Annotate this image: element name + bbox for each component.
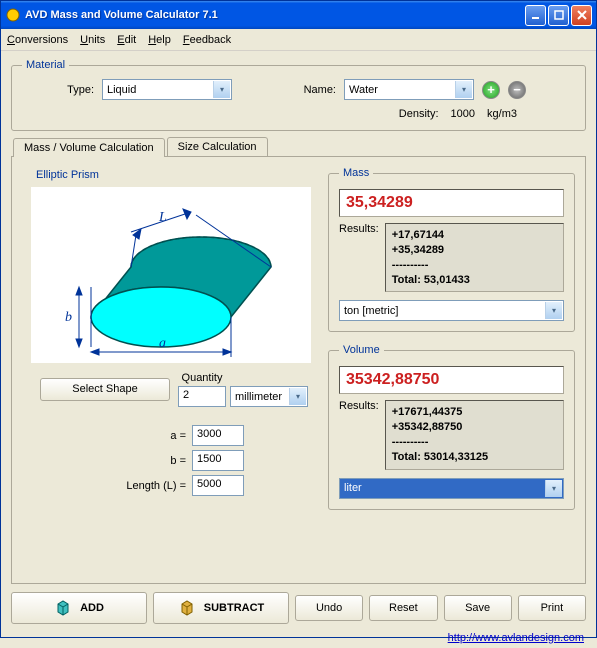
- add-material-button[interactable]: +: [482, 81, 500, 99]
- menu-edit[interactable]: Edit: [117, 34, 136, 46]
- minimize-button[interactable]: [525, 5, 546, 26]
- mass-unit-combo[interactable]: ton [metric] ▾: [339, 300, 564, 321]
- chevron-down-icon: ▾: [289, 388, 306, 405]
- volume-unit-value: liter: [344, 482, 362, 494]
- name-label: Name:: [240, 84, 336, 96]
- type-value: Liquid: [107, 84, 136, 96]
- menu-conversions[interactable]: Conversions: [7, 34, 68, 46]
- footer: http://www.avlandesign.com: [1, 628, 596, 648]
- menu-help[interactable]: Help: [148, 34, 171, 46]
- dim-b-input[interactable]: 1500: [192, 450, 244, 471]
- length-unit-value: millimeter: [235, 391, 282, 403]
- window-title: AVD Mass and Volume Calculator 7.1: [25, 9, 525, 21]
- density-value: 1000: [451, 108, 475, 120]
- add-button[interactable]: ADD: [11, 592, 147, 624]
- length-unit-combo[interactable]: millimeter ▾: [230, 386, 308, 407]
- shape-name: Elliptic Prism: [36, 169, 316, 181]
- material-group: Material Type: Liquid ▾ Name: Water ▾ + …: [11, 59, 586, 131]
- close-button[interactable]: [571, 5, 592, 26]
- dim-a-label: a =: [170, 430, 186, 442]
- reset-button[interactable]: Reset: [369, 595, 437, 621]
- chevron-down-icon: ▾: [545, 480, 562, 497]
- mass-group: Mass 35,34289 Results: +17,67144 +35,342…: [328, 167, 575, 332]
- name-combo[interactable]: Water ▾: [344, 79, 474, 100]
- print-button[interactable]: Print: [518, 595, 586, 621]
- volume-results-box: +17671,44375 +35342,88750 ---------- Tot…: [385, 400, 564, 469]
- mass-value: 35,34289: [339, 189, 564, 217]
- shape-diagram: a b L: [31, 187, 311, 363]
- svg-text:b: b: [65, 310, 72, 325]
- remove-material-button[interactable]: −: [508, 81, 526, 99]
- select-shape-button[interactable]: Select Shape: [40, 378, 170, 401]
- volume-results-label: Results:: [339, 400, 379, 469]
- tab-mass-volume[interactable]: Mass / Volume Calculation: [13, 138, 165, 157]
- menubar: Conversions Units Edit Help Feedback: [1, 29, 596, 51]
- menu-feedback[interactable]: Feedback: [183, 34, 231, 46]
- menu-units[interactable]: Units: [80, 34, 105, 46]
- volume-value: 35342,88750: [339, 366, 564, 394]
- cube-subtract-icon: [178, 598, 196, 619]
- tab-size[interactable]: Size Calculation: [167, 137, 268, 156]
- maximize-button[interactable]: [548, 5, 569, 26]
- dim-a-input[interactable]: 3000: [192, 425, 244, 446]
- material-legend: Material: [22, 59, 69, 71]
- quantity-input[interactable]: 2: [178, 386, 226, 407]
- quantity-label: Quantity: [178, 372, 226, 384]
- cube-add-icon: [54, 598, 72, 619]
- chevron-down-icon: ▾: [455, 81, 472, 98]
- svg-text:L: L: [158, 210, 167, 225]
- volume-unit-combo[interactable]: liter ▾: [339, 478, 564, 499]
- volume-legend: Volume: [339, 344, 384, 356]
- mass-legend: Mass: [339, 167, 373, 179]
- mass-results-label: Results:: [339, 223, 379, 292]
- titlebar: AVD Mass and Volume Calculator 7.1: [1, 1, 596, 29]
- volume-group: Volume 35342,88750 Results: +17671,44375…: [328, 344, 575, 509]
- svg-text:a: a: [159, 336, 166, 351]
- footer-link[interactable]: http://www.avlandesign.com: [448, 632, 584, 644]
- save-button[interactable]: Save: [444, 595, 512, 621]
- app-icon: [5, 7, 21, 23]
- name-value: Water: [349, 84, 378, 96]
- tab-body: Elliptic Prism: [11, 156, 586, 584]
- mass-results-box: +17,67144 +35,34289 ---------- Total: 53…: [385, 223, 564, 292]
- density-label: Density:: [399, 108, 439, 120]
- type-combo[interactable]: Liquid ▾: [102, 79, 232, 100]
- subtract-button[interactable]: SUBTRACT: [153, 592, 289, 624]
- dim-L-input[interactable]: 5000: [192, 475, 244, 496]
- type-label: Type:: [22, 84, 94, 96]
- dim-b-label: b =: [170, 455, 186, 467]
- chevron-down-icon: ▾: [213, 81, 230, 98]
- undo-button[interactable]: Undo: [295, 595, 363, 621]
- density-unit: kg/m3: [487, 108, 517, 120]
- chevron-down-icon: ▾: [545, 302, 562, 319]
- mass-unit-value: ton [metric]: [344, 305, 398, 317]
- dim-L-label: Length (L) =: [126, 480, 186, 492]
